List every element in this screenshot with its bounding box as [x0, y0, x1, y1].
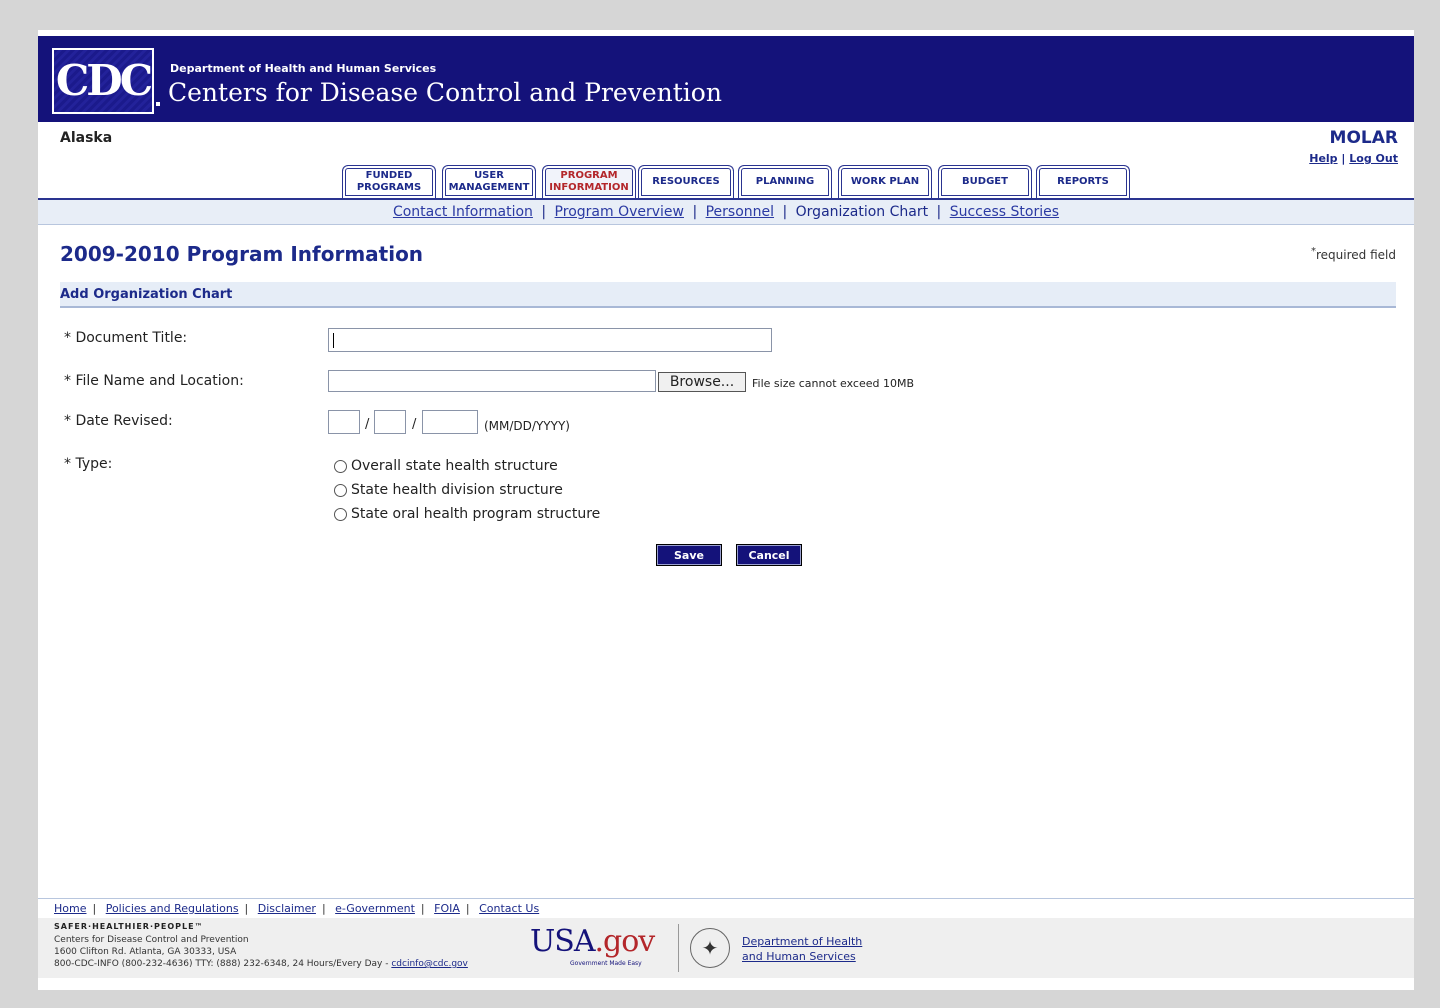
required-field-note: *required field — [1311, 246, 1396, 262]
document-title-input[interactable] — [328, 328, 772, 352]
footer-address: Centers for Disease Control and Preventi… — [54, 935, 468, 969]
date-revised-label: * Date Revised: — [64, 413, 173, 429]
cdc-logo[interactable]: CDC — [52, 48, 154, 114]
tab-user-management[interactable]: USER MANAGEMENT — [442, 165, 536, 198]
footer-link-disclaimer[interactable]: Disclaimer — [258, 902, 316, 915]
page: CDC Department of Health and Human Servi… — [38, 30, 1414, 990]
subnav-program-overview[interactable]: Program Overview — [555, 204, 684, 220]
subnav-contact-information[interactable]: Contact Information — [393, 204, 533, 220]
hhs-eagle-icon[interactable]: ✦ — [690, 928, 730, 968]
text-caret — [333, 333, 334, 348]
type-option[interactable]: State health division structure — [334, 482, 563, 498]
footer-link-home[interactable]: Home — [54, 902, 86, 915]
email-link[interactable]: cdcinfo@cdc.gov — [391, 959, 468, 969]
tab-work-plan[interactable]: WORK PLAN — [838, 165, 932, 198]
type-option[interactable]: Overall state health structure — [334, 458, 558, 474]
radio-button[interactable] — [334, 507, 347, 521]
logo-dot — [156, 102, 160, 106]
footer-link-foia[interactable]: FOIA — [434, 902, 460, 915]
agency-name: Centers for Disease Control and Preventi… — [168, 78, 722, 107]
radio-button[interactable] — [334, 459, 347, 473]
footer-vertical-divider — [678, 924, 679, 972]
subnav-organization-chart: Organization Chart — [795, 204, 929, 220]
type-option[interactable]: State oral health program structure — [334, 506, 600, 522]
tab-funded-programs[interactable]: FUNDED PROGRAMS — [342, 165, 436, 198]
file-path-input[interactable] — [328, 370, 656, 392]
footer-link-contact[interactable]: Contact Us — [479, 902, 539, 915]
hhs-link[interactable]: Department of Health and Human Services — [742, 934, 862, 964]
help-link[interactable]: Help — [1309, 152, 1337, 165]
browse-button[interactable]: Browse... — [658, 372, 746, 392]
tab-reports[interactable]: REPORTS — [1036, 165, 1130, 198]
logout-link[interactable]: Log Out — [1349, 152, 1398, 165]
footer-link-egovernment[interactable]: e-Government — [335, 902, 415, 915]
tab-planning[interactable]: PLANNING — [738, 165, 832, 198]
save-button[interactable]: Save — [656, 544, 722, 566]
date-day-input[interactable] — [374, 410, 406, 434]
department-name: Department of Health and Human Services — [170, 62, 437, 75]
document-title-label: * Document Title: — [64, 330, 188, 346]
subnav-success-stories[interactable]: Success Stories — [950, 204, 1059, 220]
date-separator: / — [365, 417, 370, 432]
usa-gov-tagline: Government Made Easy — [570, 960, 642, 967]
cdc-banner: CDC Department of Health and Human Servi… — [38, 36, 1414, 122]
footer-tagline: SAFER·HEALTHIER·PEOPLE™ — [54, 922, 204, 931]
date-month-input[interactable] — [328, 410, 360, 434]
tab-resources[interactable]: RESOURCES — [638, 165, 734, 198]
type-label: * Type: — [64, 456, 113, 472]
radio-button[interactable] — [334, 483, 347, 497]
footer-link-policies[interactable]: Policies and Regulations — [106, 902, 239, 915]
cancel-button[interactable]: Cancel — [736, 544, 802, 566]
usa-gov-logo[interactable]: USA.gov — [530, 924, 655, 959]
date-separator: / — [412, 417, 417, 432]
footer-divider — [38, 898, 1414, 899]
utility-links: Help | Log Out — [1309, 152, 1398, 165]
page-title: 2009-2010 Program Information — [60, 242, 424, 266]
state-name: Alaska — [60, 130, 113, 146]
app-name: MOLAR — [1329, 128, 1398, 148]
date-year-input[interactable] — [422, 410, 478, 434]
tab-program-information[interactable]: PROGRAM INFORMATION — [542, 165, 636, 198]
tab-budget[interactable]: BUDGET — [938, 165, 1032, 198]
file-size-note: File size cannot exceed 10MB — [752, 377, 914, 390]
section-header: Add Organization Chart — [60, 282, 1396, 308]
file-name-label: * File Name and Location: — [64, 373, 244, 389]
sub-navigation: Contact Information | Program Overview |… — [38, 200, 1414, 225]
util-separator: | — [1341, 152, 1346, 165]
subnav-personnel[interactable]: Personnel — [706, 204, 774, 220]
date-format-hint: (MM/DD/YYYY) — [484, 419, 570, 433]
footer-links: Home | Policies and Regulations | Disclaim… — [54, 902, 540, 915]
